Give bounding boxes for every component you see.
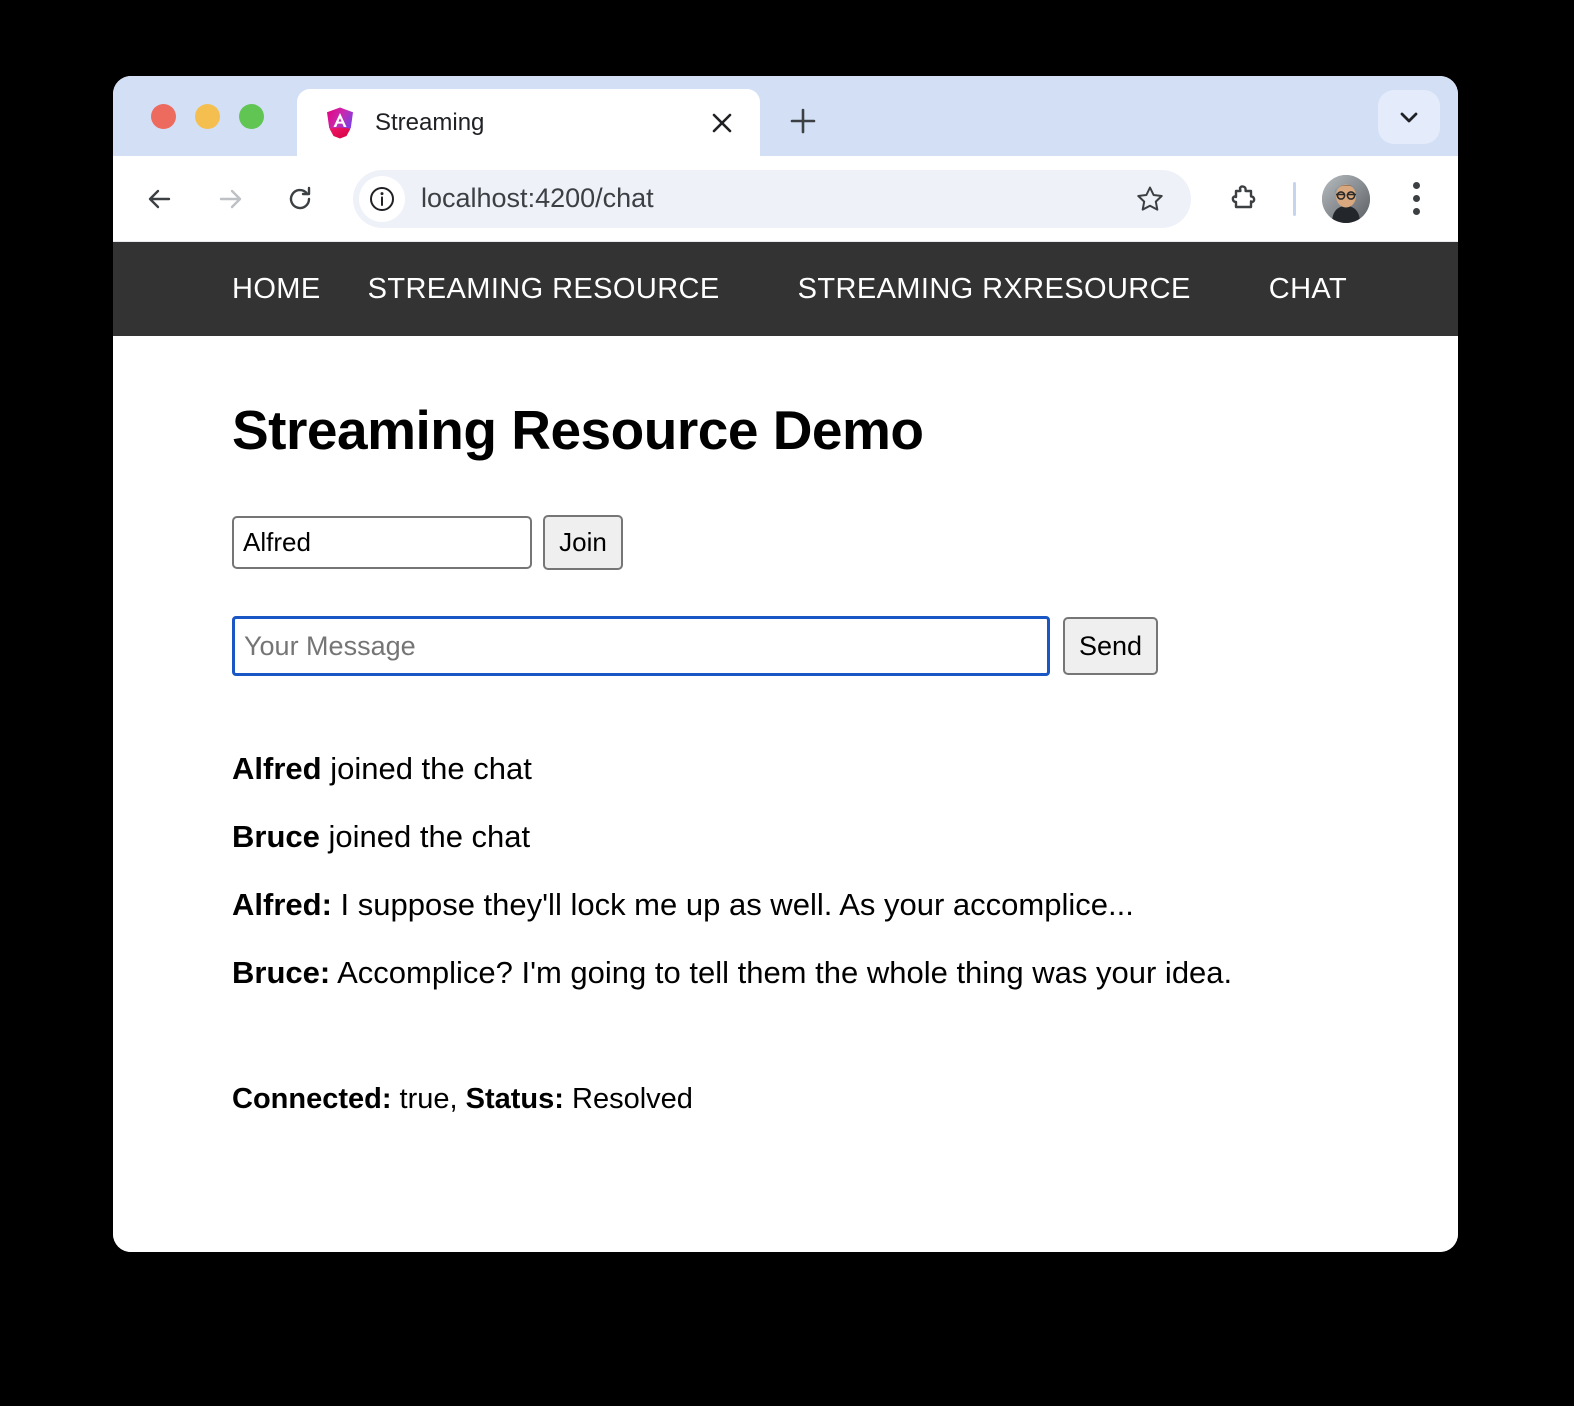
chrome-menu-button[interactable]	[1394, 175, 1438, 223]
close-tab-button[interactable]	[702, 103, 742, 143]
send-button[interactable]: Send	[1063, 617, 1159, 675]
message-author: Bruce:	[232, 954, 331, 990]
forward-arrow-icon	[219, 189, 242, 208]
nav-item-home[interactable]: HOME	[232, 273, 321, 306]
site-info-button[interactable]	[359, 175, 405, 222]
maximize-window-button[interactable]	[239, 104, 264, 129]
url-text: localhost:4200/chat	[421, 183, 654, 213]
connection-status: Connected: true, Status: Resolved	[232, 1083, 1458, 1116]
back-arrow-icon	[148, 189, 171, 208]
message-input[interactable]	[232, 616, 1050, 676]
chat-message-list: Alfred joined the chat Bruce joined the …	[232, 748, 1307, 993]
angular-logo-icon	[327, 107, 353, 138]
tab-title: Streaming	[375, 108, 485, 136]
message-form: Send	[232, 616, 1458, 676]
browser-tab-streaming[interactable]: Streaming	[297, 89, 760, 156]
chat-message: Bruce: Accomplice? I'm going to tell the…	[232, 952, 1307, 994]
puzzle-piece-icon	[1231, 184, 1256, 208]
reload-icon	[289, 186, 311, 209]
connected-label: Connected:	[232, 1083, 392, 1116]
chat-message: Alfred joined the chat	[232, 748, 1307, 790]
message-author: Bruce	[232, 818, 320, 854]
join-form: Join	[232, 515, 1458, 570]
chat-message: Bruce joined the chat	[232, 816, 1307, 858]
tab-strip: Streaming	[113, 76, 1458, 156]
menu-dot	[1412, 208, 1420, 215]
avatar	[1322, 174, 1370, 223]
message-text: Accomplice? I'm going to tell them the w…	[330, 954, 1233, 990]
message-text: joined the chat	[319, 818, 531, 854]
profile-avatar[interactable]	[1322, 174, 1370, 223]
username-input[interactable]	[232, 516, 532, 569]
nav-item-streaming-rxresource[interactable]: STREAMING RXRESOURCE	[798, 273, 1191, 306]
plus-icon	[790, 108, 816, 134]
close-icon	[712, 113, 732, 132]
chevron-down-icon	[1400, 112, 1418, 123]
minimize-window-button[interactable]	[195, 104, 220, 129]
browser-toolbar: localhost:4200/chat	[113, 156, 1458, 242]
address-bar[interactable]: localhost:4200/chat	[353, 169, 1191, 228]
status-label: Status:	[457, 1083, 564, 1116]
reload-button[interactable]	[273, 172, 327, 226]
info-circle-icon	[370, 186, 394, 211]
page-content: Streaming Resource Demo Join Send Alfred…	[113, 336, 1458, 1252]
menu-dot	[1412, 195, 1420, 202]
nav-item-chat[interactable]: CHAT	[1269, 273, 1347, 306]
forward-button[interactable]	[203, 172, 257, 226]
page-title: Streaming Resource Demo	[232, 399, 924, 461]
connected-value: true,	[391, 1083, 458, 1116]
nav-item-streaming-resource[interactable]: STREAMING RESOURCE	[368, 273, 720, 306]
join-button[interactable]: Join	[543, 515, 623, 570]
back-button[interactable]	[133, 172, 187, 226]
bookmark-button[interactable]	[1127, 176, 1173, 222]
message-author: Alfred	[232, 751, 322, 786]
chat-message: Alfred: I suppose they'll lock me up as …	[232, 884, 1307, 926]
extensions-button[interactable]	[1219, 175, 1267, 223]
tab-search-button[interactable]	[1378, 90, 1440, 144]
message-text: I suppose they'll lock me up as well. As…	[331, 886, 1134, 922]
new-tab-button[interactable]	[778, 96, 828, 146]
menu-dot	[1412, 182, 1420, 189]
browser-window: Streaming localhost:4200/chat HOME STREA…	[113, 76, 1458, 1252]
message-text: joined the chat	[321, 751, 532, 786]
window-controls	[151, 104, 264, 129]
status-value: Resolved	[563, 1083, 693, 1116]
close-window-button[interactable]	[151, 104, 176, 129]
message-author: Alfred:	[232, 886, 332, 922]
star-icon	[1137, 186, 1163, 211]
toolbar-divider	[1293, 181, 1296, 216]
app-navigation-bar: HOME STREAMING RESOURCE STREAMING RXRESO…	[113, 242, 1458, 336]
